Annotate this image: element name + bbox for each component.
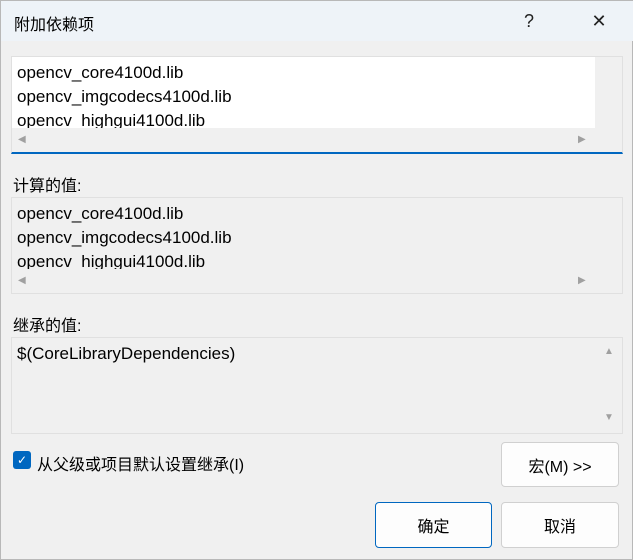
dependencies-edit-box[interactable]: opencv_core4100d.lib opencv_imgcodecs410… — [11, 56, 623, 154]
ok-button[interactable]: 确定 — [375, 502, 492, 548]
inherit-checkbox-label[interactable]: 从父级或项目默认设置继承(I) — [37, 451, 244, 475]
computed-line: opencv_highgui4100d.lib — [17, 252, 206, 270]
title-bar: 附加依赖项 ? ✕ — [1, 1, 633, 41]
inherit-checkbox[interactable]: ✓ — [13, 451, 31, 469]
inherited-text: $(CoreLibraryDependencies) — [17, 342, 235, 410]
edit-line: opencv_imgcodecs4100d.lib — [17, 87, 232, 106]
edit-line: opencv_core4100d.lib — [17, 63, 184, 82]
computed-label: 计算的值: — [13, 178, 82, 195]
horizontal-scrollbar[interactable]: ◀ ▶ — [12, 269, 622, 293]
edit-text[interactable]: opencv_core4100d.lib opencv_imgcodecs410… — [17, 61, 232, 129]
computed-line: opencv_core4100d.lib — [17, 204, 184, 223]
scroll-right-icon[interactable]: ▶ — [578, 275, 586, 286]
cancel-button[interactable]: 取消 — [501, 502, 619, 548]
horizontal-scrollbar[interactable]: ◀ ▶ — [12, 128, 622, 152]
computed-text: opencv_core4100d.lib opencv_imgcodecs410… — [17, 202, 232, 270]
computed-values-box: opencv_core4100d.lib opencv_imgcodecs410… — [11, 197, 623, 294]
edit-line: opencv_highgui4100d.lib — [17, 111, 206, 129]
scroll-left-icon[interactable]: ◀ — [18, 134, 26, 145]
window-title: 附加依赖项 — [14, 17, 95, 34]
computed-line: opencv_imgcodecs4100d.lib — [17, 228, 232, 247]
help-button[interactable]: ? — [507, 5, 551, 37]
macros-button[interactable]: 宏(M) >> — [501, 442, 619, 487]
inherited-label: 继承的值: — [13, 318, 82, 335]
scroll-up-icon[interactable]: ▲ — [604, 346, 614, 357]
vertical-scrollbar[interactable]: ▲ ▼ — [596, 338, 622, 433]
close-button[interactable]: ✕ — [577, 5, 621, 37]
inherited-values-box: $(CoreLibraryDependencies) ▲ ▼ — [11, 337, 623, 434]
scroll-down-icon[interactable]: ▼ — [604, 412, 614, 423]
scroll-left-icon[interactable]: ◀ — [18, 275, 26, 286]
scroll-right-icon[interactable]: ▶ — [578, 134, 586, 145]
inherited-line: $(CoreLibraryDependencies) — [17, 344, 236, 363]
